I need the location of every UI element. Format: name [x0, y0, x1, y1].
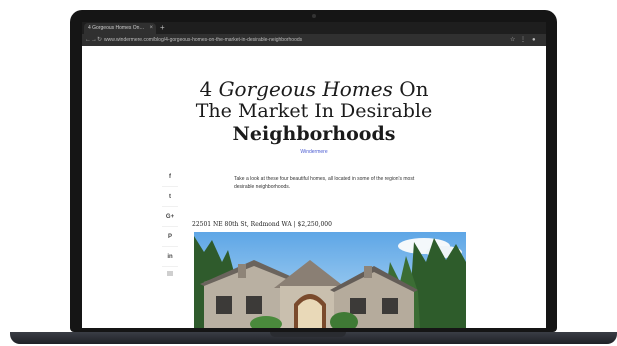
article-title: 4 Gorgeous Homes On The Market In Desira… — [192, 78, 436, 146]
article-page: 4 Gorgeous Homes On The Market In Desira… — [82, 46, 546, 328]
tab-title: 4 Gorgeous Homes On… — [88, 25, 145, 31]
title-line-1: 4 Gorgeous Homes On — [192, 78, 436, 100]
star-icon[interactable]: ☆ — [510, 36, 515, 44]
webcam — [312, 14, 316, 18]
pinterest-share-icon[interactable]: P — [162, 227, 178, 247]
author-link[interactable]: Windermere — [262, 149, 366, 155]
laptop-notch — [270, 332, 346, 337]
profile-icon[interactable]: ● — [532, 36, 536, 44]
url-field[interactable]: www.windermere.com/blog/4-gorgeous-homes… — [104, 36, 504, 44]
intro-paragraph: Take a look at these four beautiful home… — [234, 176, 415, 190]
close-tab-icon[interactable]: × — [149, 23, 153, 34]
title-number: 4 — [199, 77, 213, 101]
google-plus-share-icon[interactable]: G+ — [162, 207, 178, 227]
address-bar: ← → ↻ www.windermere.com/blog/4-gorgeous… — [82, 34, 546, 46]
title-line-2: The Market In Desirable — [195, 100, 433, 122]
listing-heading: 22501 NE 80th St, Redmond WA | $2,250,00… — [192, 221, 332, 228]
title-line-3: Neighborhoods — [232, 123, 396, 145]
share-bar: f t G+ P in — [162, 167, 178, 276]
share-count-badge — [167, 271, 173, 276]
facebook-share-icon[interactable]: f — [162, 167, 178, 187]
extensions-icon[interactable]: ⋮ — [520, 36, 526, 44]
linkedin-share-icon[interactable]: in — [162, 247, 178, 267]
twitter-share-icon[interactable]: t — [162, 187, 178, 207]
browser-tab[interactable]: 4 Gorgeous Homes On… × — [84, 23, 156, 34]
reload-icon[interactable]: ↻ — [97, 35, 102, 45]
browser-tab-strip: 4 Gorgeous Homes On… × + — [82, 22, 546, 34]
title-emphasis: Gorgeous Homes — [218, 77, 393, 101]
title-word: On — [399, 77, 429, 101]
house-photo-illustration — [194, 232, 466, 328]
new-tab-button[interactable]: + — [160, 22, 165, 34]
house-photo — [194, 232, 466, 328]
screen: 4 Gorgeous Homes On… × + ← → ↻ www.winde… — [82, 22, 546, 328]
laptop-frame: 4 Gorgeous Homes On… × + ← → ↻ www.winde… — [0, 0, 617, 346]
